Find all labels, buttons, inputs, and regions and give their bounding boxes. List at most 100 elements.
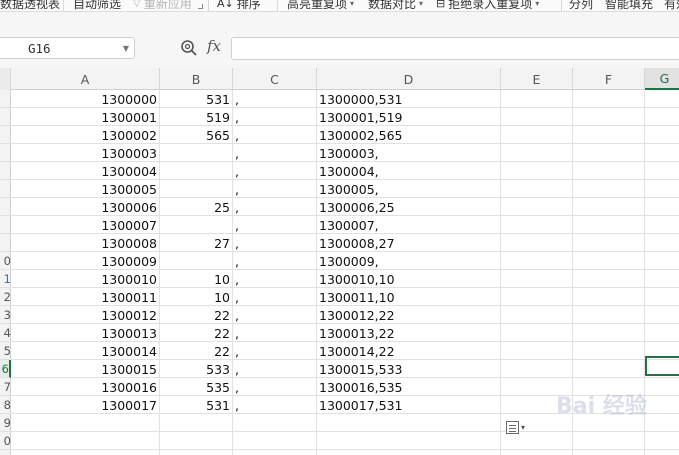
column-header-b[interactable]: B xyxy=(160,68,233,90)
cell-c[interactable]: , xyxy=(233,126,317,144)
paste-options-button[interactable]: ▾ xyxy=(506,418,534,436)
cell-a[interactable]: 1300001 xyxy=(11,108,160,126)
text-to-columns-button[interactable]: 分列 xyxy=(569,0,593,11)
cell-c[interactable]: , xyxy=(233,108,317,126)
cell-b[interactable] xyxy=(160,180,233,198)
cell-a[interactable]: 1300015 xyxy=(11,360,160,378)
cell-d[interactable]: 1300008,27 xyxy=(317,234,501,252)
cell-b[interactable]: 22 xyxy=(160,324,233,342)
cell-a[interactable]: 1300000 xyxy=(11,90,160,108)
cell-d[interactable]: 1300004, xyxy=(317,162,501,180)
cell-a[interactable]: 1300007 xyxy=(11,216,160,234)
pivot-table-button[interactable]: 数据透视表 xyxy=(0,0,60,11)
select-all-corner[interactable] xyxy=(0,68,11,90)
cell-a[interactable]: 1300010 xyxy=(11,270,160,288)
row-header[interactable] xyxy=(0,234,11,252)
row-header[interactable] xyxy=(0,126,11,144)
column-header-e[interactable]: E xyxy=(501,68,573,90)
cell-c[interactable]: , xyxy=(233,90,317,108)
insert-function-icon[interactable]: fx xyxy=(207,37,221,55)
cell-d[interactable]: 1300016,535 xyxy=(317,378,501,396)
cell-b[interactable] xyxy=(160,216,233,234)
cell-d[interactable]: 1300011,10 xyxy=(317,288,501,306)
column-header-d[interactable]: D xyxy=(317,68,501,90)
row-header[interactable]: 2 xyxy=(0,288,11,306)
cell-c[interactable]: , xyxy=(233,360,317,378)
cell-d[interactable]: 1300005, xyxy=(317,180,501,198)
cell-c[interactable]: , xyxy=(233,234,317,252)
row-header[interactable]: 6 xyxy=(0,360,11,378)
row-header[interactable]: 1 xyxy=(0,270,11,288)
cell-c[interactable]: , xyxy=(233,342,317,360)
cell-d[interactable]: 1300009, xyxy=(317,252,501,270)
cell-b[interactable]: 25 xyxy=(160,198,233,216)
data-compare-button[interactable]: 数据对比 ▾ xyxy=(368,0,423,11)
cell-b[interactable]: 22 xyxy=(160,342,233,360)
zoom-magnifier-icon[interactable] xyxy=(180,39,198,57)
cell-d[interactable]: 1300003, xyxy=(317,144,501,162)
cell-d[interactable]: 1300006,25 xyxy=(317,198,501,216)
cell-c[interactable]: , xyxy=(233,180,317,198)
highlight-duplicates-button[interactable]: 高亮重复项 ▾ xyxy=(287,0,354,11)
cell-c[interactable]: , xyxy=(233,396,317,414)
reject-duplicates-button[interactable]: ⊟ 拒绝录入重复项 ▾ xyxy=(436,0,539,11)
cell-a[interactable]: 1300004 xyxy=(11,162,160,180)
reapply-button[interactable]: ▽ 重新应用 xyxy=(133,0,192,11)
chevron-down-icon[interactable]: ▼ xyxy=(123,44,129,53)
cell-a[interactable]: 1300011 xyxy=(11,288,160,306)
cell-a[interactable]: 1300012 xyxy=(11,306,160,324)
cell-b[interactable]: 27 xyxy=(160,234,233,252)
cell-b[interactable]: 531 xyxy=(160,90,233,108)
cell-c[interactable]: , xyxy=(233,216,317,234)
cell-a[interactable]: 1300013 xyxy=(11,324,160,342)
cell-a[interactable]: 1300016 xyxy=(11,378,160,396)
cell-a[interactable]: 1300006 xyxy=(11,198,160,216)
cell-c[interactable]: , xyxy=(233,162,317,180)
cell-d[interactable]: 1300012,22 xyxy=(317,306,501,324)
row-header[interactable]: 0 xyxy=(0,432,11,450)
column-header-g[interactable]: G xyxy=(645,68,679,90)
row-header[interactable] xyxy=(0,144,11,162)
column-header-a[interactable]: A xyxy=(11,68,160,90)
cell-b[interactable] xyxy=(160,144,233,162)
row-header[interactable]: 0 xyxy=(0,252,11,270)
selected-cell-g16[interactable] xyxy=(645,356,679,376)
cell-d[interactable]: 1300002,565 xyxy=(317,126,501,144)
cell-b[interactable]: 531 xyxy=(160,396,233,414)
auto-filter-button[interactable]: 自动筛选 xyxy=(73,0,121,11)
cell-d[interactable]: 1300000,531 xyxy=(317,90,501,108)
cell-a[interactable]: 1300017 xyxy=(11,396,160,414)
row-header[interactable] xyxy=(0,198,11,216)
cell-b[interactable]: 10 xyxy=(160,270,233,288)
row-header[interactable]: 8 xyxy=(0,396,11,414)
cell-d[interactable]: 1300013,22 xyxy=(317,324,501,342)
cell-d[interactable]: 1300017,531 xyxy=(317,396,501,414)
cell-c[interactable]: , xyxy=(233,252,317,270)
row-header[interactable]: 5 xyxy=(0,342,11,360)
column-header-f[interactable]: F xyxy=(573,68,645,90)
cell-d[interactable]: 1300007, xyxy=(317,216,501,234)
cell-c[interactable]: , xyxy=(233,324,317,342)
cell-a[interactable]: 1300009 xyxy=(11,252,160,270)
flash-fill-button[interactable]: 智能填充 xyxy=(605,0,653,11)
cell-a[interactable]: 1300003 xyxy=(11,144,160,162)
cell-c[interactable]: , xyxy=(233,306,317,324)
row-header[interactable]: 3 xyxy=(0,306,11,324)
row-header[interactable] xyxy=(0,180,11,198)
dialog-launcher-icon[interactable] xyxy=(198,4,203,9)
row-header[interactable]: 7 xyxy=(0,378,11,396)
cell-c[interactable]: , xyxy=(233,288,317,306)
row-header[interactable] xyxy=(0,108,11,126)
row-header[interactable] xyxy=(0,162,11,180)
column-header-c[interactable]: C xyxy=(233,68,317,90)
cell-b[interactable]: 10 xyxy=(160,288,233,306)
row-header[interactable] xyxy=(0,90,11,108)
cell-a[interactable]: 1300002 xyxy=(11,126,160,144)
cell-b[interactable]: 535 xyxy=(160,378,233,396)
row-header[interactable] xyxy=(0,216,11,234)
cell-c[interactable]: , xyxy=(233,144,317,162)
row-header[interactable]: 4 xyxy=(0,324,11,342)
cell-a[interactable]: 1300014 xyxy=(11,342,160,360)
data-validation-button[interactable]: 有效 xyxy=(664,0,679,11)
cell-b[interactable]: 519 xyxy=(160,108,233,126)
